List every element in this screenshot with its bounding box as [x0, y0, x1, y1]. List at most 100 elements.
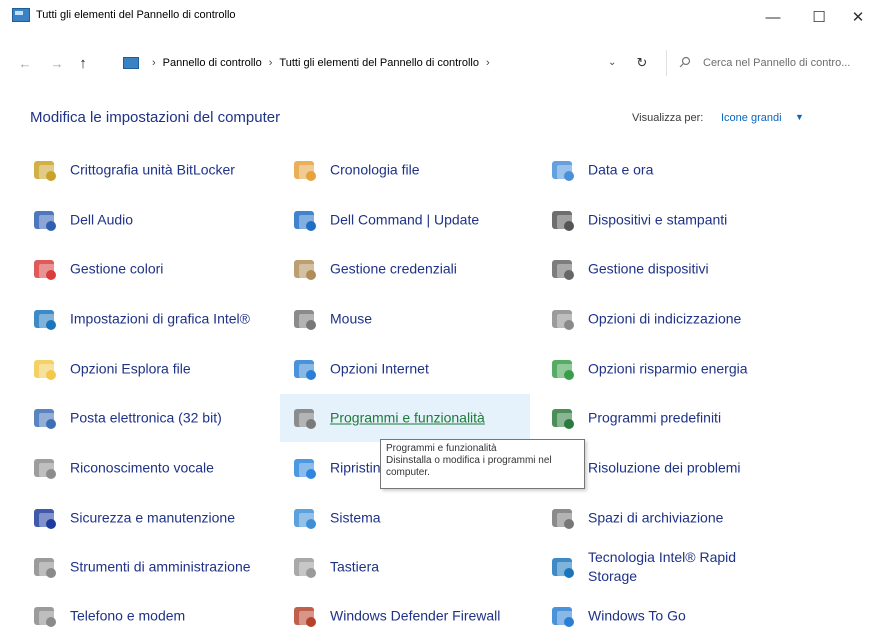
control-panel-item-label: Gestione colori	[70, 260, 164, 277]
control-panel-item-label: Tastiera	[330, 558, 380, 575]
control-panel-item-label: Impostazioni di grafica Intel®	[70, 310, 250, 327]
dell-audio-icon	[30, 205, 60, 235]
control-panel-item[interactable]: Programmi predefiniti	[538, 394, 788, 442]
firewall-icon	[290, 601, 320, 631]
windows-to-go-icon	[548, 601, 578, 631]
security-flag-icon	[30, 503, 60, 533]
control-panel-item[interactable]: Sicurezza e manutenzione	[20, 494, 270, 542]
dell-command-update-icon	[290, 205, 320, 235]
tooltip-title: Programmi e funzionalità	[386, 443, 497, 454]
control-panel-item-label: Strumenti di amministrazione	[70, 558, 251, 575]
tooltip: Programmi e funzionalità Disinstalla o m…	[380, 439, 585, 489]
control-panel-item[interactable]: Riconoscimento vocale	[20, 444, 270, 492]
control-panel-item-label: Posta elettronica (32 bit)	[70, 409, 222, 426]
bitlocker-keys-icon	[30, 155, 60, 185]
recovery-icon	[290, 453, 320, 483]
refresh-icon[interactable]: ↻	[630, 52, 654, 74]
control-panel-item[interactable]: Strumenti di amministrazione	[20, 543, 270, 591]
control-panel-item-label: Gestione credenziali	[330, 260, 457, 277]
control-panel-item-label: Tecnologia Intel® Rapid Storage	[588, 549, 737, 584]
chevron-right-icon[interactable]: ›	[486, 57, 490, 69]
control-panel-item[interactable]: Windows To Go	[538, 592, 788, 632]
microphone-icon	[30, 453, 60, 483]
printer-icon	[548, 205, 578, 235]
mouse-icon	[290, 304, 320, 334]
color-management-icon	[30, 254, 60, 284]
address-bar[interactable]: › Pannello di controllo › Tutti gli elem…	[98, 50, 628, 76]
intel-graphics-icon	[30, 304, 60, 334]
minimize-button[interactable]: —	[750, 0, 796, 34]
control-panel-item[interactable]: Gestione colori	[20, 245, 270, 293]
navigation-bar: ← → ↑ › Pannello di controllo › Tutti gl…	[0, 48, 874, 78]
control-panel-item[interactable]: Impostazioni di grafica Intel®	[20, 295, 270, 343]
control-panel-item-label: Opzioni Internet	[330, 360, 429, 377]
close-button[interactable]: ✕	[842, 0, 874, 34]
control-panel-item[interactable]: Telefono e modem	[20, 592, 270, 632]
control-panel-item[interactable]: Windows Defender Firewall	[280, 592, 530, 632]
control-panel-item[interactable]: Dell Audio	[20, 196, 270, 244]
up-arrow-icon[interactable]: ↑	[72, 52, 94, 74]
file-history-icon	[290, 155, 320, 185]
control-panel-item[interactable]: Tecnologia Intel® Rapid Storage	[538, 543, 788, 591]
control-panel-item-label: Opzioni Esplora file	[70, 360, 191, 377]
control-panel-item-label: Sistema	[330, 509, 381, 526]
control-panel-item[interactable]: Tastiera	[280, 543, 530, 591]
control-panel-item[interactable]: Dell Command | Update	[280, 196, 530, 244]
device-manager-icon	[548, 254, 578, 284]
control-panel-item-label: Dell Audio	[70, 211, 134, 228]
control-panel-icon	[12, 8, 30, 22]
control-panel-item[interactable]: Cronologia file	[280, 146, 530, 194]
indexing-icon	[548, 304, 578, 334]
control-panel-item[interactable]: Gestione dispositivi	[538, 245, 788, 293]
chevron-down-icon[interactable]: ⌄	[608, 57, 616, 68]
control-panel-item[interactable]: Gestione credenziali	[280, 245, 530, 293]
control-panel-item[interactable]: Sistema	[280, 494, 530, 542]
chevron-right-icon: ›	[152, 57, 156, 69]
control-panel-item[interactable]: Spazi di archiviazione	[538, 494, 788, 542]
mail-icon	[30, 403, 60, 433]
storage-spaces-icon	[548, 503, 578, 533]
control-panel-item-label: Mouse	[330, 310, 373, 327]
control-panel-item-label: Programmi e funzionalità	[330, 409, 485, 426]
control-panel-item-label: Cronologia file	[330, 161, 420, 178]
control-panel-item[interactable]: Opzioni Internet	[280, 345, 530, 393]
control-panel-item[interactable]: Posta elettronica (32 bit)	[20, 394, 270, 442]
control-panel-item[interactable]: Mouse	[280, 295, 530, 343]
folder-options-icon	[30, 354, 60, 384]
back-arrow-icon[interactable]: ←	[14, 52, 36, 74]
control-panel-item-label: Sicurezza e manutenzione	[70, 509, 235, 526]
admin-tools-icon	[30, 552, 60, 582]
control-panel-item[interactable]: Opzioni Esplora file	[20, 345, 270, 393]
control-panel-item[interactable]: Dispositivi e stampanti	[538, 196, 788, 244]
caret-down-icon[interactable]: ▼	[795, 112, 804, 122]
intel-rapid-storage-icon	[548, 552, 578, 582]
control-panel-item-label: Gestione dispositivi	[588, 260, 709, 277]
control-panel-item-label: Data e ora	[588, 161, 654, 178]
keyboard-icon	[290, 552, 320, 582]
control-panel-item[interactable]: Programmi e funzionalità	[280, 394, 530, 442]
title-bar: Tutti gli elementi del Pannello di contr…	[0, 0, 874, 34]
control-panel-icon	[123, 57, 139, 69]
control-panel-item-label: Windows To Go	[588, 607, 686, 624]
breadcrumb-all-items[interactable]: Tutti gli elementi del Pannello di contr…	[279, 57, 479, 69]
maximize-button[interactable]: ☐	[796, 0, 842, 34]
page-title: Modifica le impostazioni del computer	[30, 109, 281, 126]
view-by-dropdown[interactable]: Icone grandi	[721, 112, 782, 124]
control-panel-item-label: Riconoscimento vocale	[70, 459, 214, 476]
control-panel-item-label: Opzioni di indicizzazione	[588, 310, 742, 327]
control-panel-item[interactable]: Opzioni risparmio energia	[538, 345, 788, 393]
search-input[interactable]	[703, 57, 863, 69]
control-panel-item[interactable]: Opzioni di indicizzazione	[538, 295, 788, 343]
search-box[interactable]	[666, 50, 874, 76]
chevron-right-icon[interactable]: ›	[269, 57, 273, 69]
programs-features-icon	[290, 403, 320, 433]
control-panel-item-label: Programmi predefiniti	[588, 409, 722, 426]
breadcrumb-control-panel[interactable]: Pannello di controllo	[163, 57, 262, 69]
default-programs-icon	[548, 403, 578, 433]
internet-options-icon	[290, 354, 320, 384]
forward-arrow-icon[interactable]: →	[46, 52, 68, 74]
credential-vault-icon	[290, 254, 320, 284]
control-panel-item[interactable]: Crittografia unità BitLocker	[20, 146, 270, 194]
control-panel-item[interactable]: Data e ora	[538, 146, 788, 194]
power-options-icon	[548, 354, 578, 384]
